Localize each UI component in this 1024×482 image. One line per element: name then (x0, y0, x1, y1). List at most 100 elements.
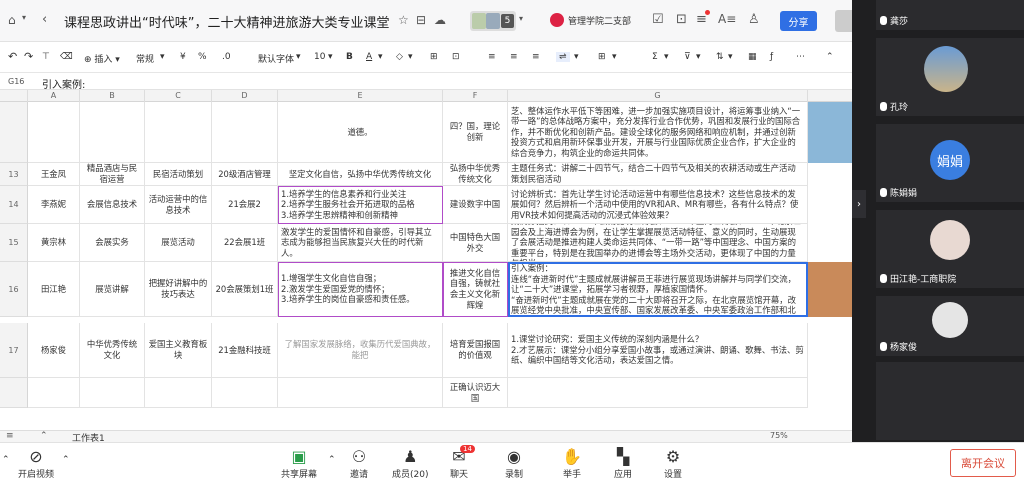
column-header[interactable]: E (278, 90, 443, 102)
participant-tile[interactable]: 娟娟 陈娟娟 (876, 124, 1024, 202)
cell-b[interactable]: 会展信息技术 (80, 186, 145, 224)
cell-d[interactable]: 21会展2 (212, 186, 278, 224)
cell-c[interactable]: 民宿活动策划 (145, 163, 212, 186)
function-icon[interactable]: ƒ (770, 52, 773, 62)
cell-b[interactable] (80, 378, 145, 408)
chevron-up-icon[interactable]: ⌃ (2, 455, 10, 465)
sort-icon[interactable]: ⇅ (716, 52, 724, 62)
cell-c[interactable]: 把握好讲解中的技巧表达 (145, 262, 212, 317)
percent-button[interactable]: ¥ (180, 52, 186, 62)
clear-format-icon[interactable]: ⌫ (60, 52, 73, 62)
freeze-icon[interactable]: ⊞ (598, 52, 606, 62)
scroll-up-icon[interactable]: ⌃ (40, 431, 48, 441)
zoom-level[interactable]: 75% (770, 431, 788, 440)
cell-e[interactable]: 坚定文化自信，弘扬中华优秀传统文化 (278, 163, 443, 186)
expand-icon[interactable]: ⌃ (826, 52, 834, 62)
invite-button[interactable]: ⚇ 邀请 (350, 447, 368, 480)
align-center-icon[interactable]: ≡ (532, 52, 540, 62)
format-select[interactable]: 常规 (136, 52, 154, 65)
cell-d[interactable] (212, 378, 278, 408)
cell-f[interactable]: 建设数字中国 (443, 186, 508, 224)
check-doc-icon[interactable]: ☑ (652, 12, 664, 27)
cell-a[interactable]: 黄宗林 (28, 224, 80, 262)
chevron-down-icon[interactable]: ▾ (378, 52, 383, 62)
chevron-down-icon[interactable]: ▾ (408, 52, 413, 62)
column-header[interactable]: F (443, 90, 508, 102)
cell-d[interactable]: 20级酒店管理 (212, 163, 278, 186)
align-left-icon[interactable]: ≡ (488, 52, 496, 62)
cell-a[interactable] (28, 102, 80, 163)
cell-f[interactable]: 推进文化自信自强，铸就社会主义文化新辉煌 (443, 262, 508, 317)
cell-e[interactable]: 道德。 (278, 102, 443, 163)
merge-icon[interactable]: ⊡ (452, 52, 460, 62)
font-select[interactable]: 默认字体 (258, 52, 294, 65)
chevron-down-icon[interactable]: ▾ (160, 52, 165, 62)
chevron-down-icon[interactable]: ▾ (22, 13, 26, 22)
user-add-icon[interactable]: ♙ (748, 12, 760, 27)
cell-c[interactable]: 爱国主义教育板块 (145, 323, 212, 378)
insert-button[interactable]: ⊕ 插入 ▾ (84, 52, 120, 65)
redo-icon[interactable]: ↷ (24, 50, 33, 63)
chevron-down-icon[interactable]: ▾ (296, 52, 301, 62)
cell-g[interactable]: 案例穿插式：以1999年云南昆明世博会、2010年上海世博会、2019年北京世园… (508, 224, 808, 262)
chevron-down-icon[interactable]: ▾ (728, 52, 733, 62)
row-header[interactable]: 16 (0, 262, 28, 317)
leave-meeting-button[interactable]: 离开会议 (950, 449, 1016, 477)
column-header[interactable]: D (212, 90, 278, 102)
cell-e[interactable]: 1.增强学生文化自信自强； 2.激发学生爱国爱党的情怀； 3.培养学生的岗位自豪… (278, 262, 443, 317)
sheet-menu-icon[interactable]: ≡ (6, 431, 14, 441)
column-header[interactable]: A (28, 90, 80, 102)
formula-input[interactable]: 引入案例: (42, 76, 85, 91)
column-header[interactable]: B (80, 90, 145, 102)
cell-a[interactable]: 田江艳 (28, 262, 80, 317)
cloud-icon[interactable]: ☁ (434, 13, 446, 27)
chevron-down-icon[interactable]: ▾ (664, 52, 669, 62)
align-middle-icon[interactable]: ≡ (510, 52, 518, 62)
border-icon[interactable]: ⊞ (430, 52, 438, 62)
participant-tile[interactable]: 杨家俊 (876, 296, 1024, 356)
wrap-text-icon[interactable]: ⇌ (556, 52, 570, 62)
row-header[interactable] (0, 378, 28, 408)
undo-icon[interactable]: ↶ (8, 50, 17, 63)
members-button[interactable]: ♟ 成员(20) (392, 447, 428, 480)
percent-icon[interactable]: % (198, 52, 207, 62)
cell-f[interactable]: 培育爱国报国的价值观 (443, 323, 508, 378)
font-size-select[interactable]: 10 (314, 52, 325, 62)
settings-button[interactable]: ⚙ 设置 (664, 447, 682, 480)
participant-tile[interactable]: 田江艳-工商职院 (876, 210, 1024, 288)
sum-button[interactable]: Σ (652, 52, 658, 62)
org-badge[interactable]: 管理学院二支部 (550, 13, 631, 27)
cell-a[interactable] (28, 378, 80, 408)
row-header[interactable] (0, 102, 28, 163)
cell-b[interactable]: 精品酒店与民宿运营 (80, 163, 145, 186)
cell-b[interactable]: 中华优秀传统文化 (80, 323, 145, 378)
chevron-down-icon[interactable]: ▾ (612, 52, 617, 62)
raise-hand-button[interactable]: ✋ 举手 (562, 447, 582, 480)
cell-c[interactable] (145, 378, 212, 408)
cell-d[interactable]: 20会展策划1班 (212, 262, 278, 317)
cell-g[interactable]: 芝、整体运作水平低下等困难，进一步加强实施项目设计，将运筹事业纳入“一带一路”的… (508, 102, 808, 163)
cell-a[interactable]: 杨家俊 (28, 323, 80, 378)
corner-cell[interactable] (0, 90, 28, 102)
home-icon[interactable]: ⌂ (8, 13, 16, 27)
format-painter-icon[interactable]: ⊤ (42, 52, 50, 62)
video-button[interactable]: ⊘ 开启视频 (18, 447, 54, 480)
text-size-icon[interactable]: A≡ (718, 12, 736, 26)
fill-color-icon[interactable]: ◇ (396, 52, 403, 62)
star-icon[interactable]: ☆ (398, 13, 409, 27)
cell-g[interactable]: 主题任务式：讲解二十四节气，结合二十四节气及相关的农耕活动或生产活动策划民宿活动 (508, 163, 808, 186)
more-icon[interactable]: ⋯ (796, 52, 805, 62)
share-button[interactable]: 分享 (780, 11, 817, 31)
cell-a[interactable]: 王金凤 (28, 163, 80, 186)
history-icon[interactable]: ⊡ (676, 12, 687, 27)
cell-b[interactable]: 会展实务 (80, 224, 145, 262)
collapse-panel-button[interactable]: › (852, 190, 866, 218)
chevron-down-icon[interactable]: ▾ (696, 52, 701, 62)
chevron-up-icon[interactable]: ⌃ (328, 455, 336, 465)
cell-c[interactable] (145, 102, 212, 163)
back-icon[interactable]: ‹ (42, 12, 47, 27)
record-button[interactable]: ◉ 录制 (505, 447, 523, 480)
row-header[interactable]: 14 (0, 186, 28, 224)
cell-b[interactable] (80, 102, 145, 163)
cell-c[interactable]: 活动运营中的信息技术 (145, 186, 212, 224)
